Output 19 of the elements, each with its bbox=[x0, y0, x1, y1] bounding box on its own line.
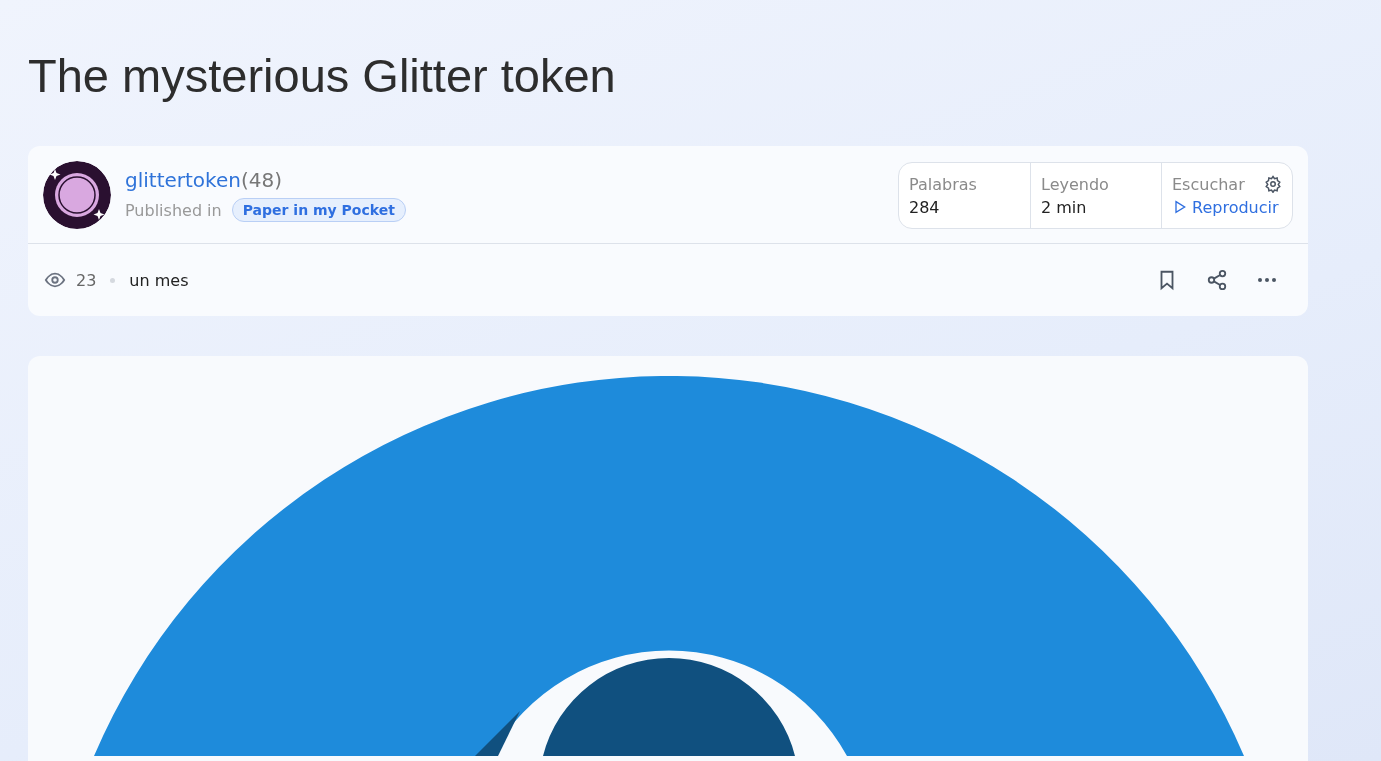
view-count: 23 bbox=[76, 270, 97, 290]
play-icon bbox=[1172, 199, 1188, 215]
share-icon bbox=[1206, 269, 1228, 291]
stat-label: Leyendo bbox=[1041, 174, 1109, 194]
play-button[interactable]: Reproducir bbox=[1172, 197, 1282, 217]
published-label: Published in bbox=[125, 200, 222, 220]
post-age: un mes bbox=[129, 270, 189, 290]
publication-tag[interactable]: Paper in my Pocket bbox=[231, 198, 406, 222]
settings-icon[interactable] bbox=[1264, 175, 1282, 193]
stat-value: 2 min bbox=[1041, 197, 1088, 217]
article-count: (48) bbox=[240, 168, 282, 192]
avatar-icon[interactable] bbox=[43, 161, 111, 229]
stat-label: Palabras bbox=[909, 174, 977, 194]
stat-value: 284 bbox=[909, 197, 941, 217]
stat-label: Escuchar bbox=[1172, 174, 1245, 194]
more-icon bbox=[1258, 278, 1276, 282]
article-title: The mysterious Glitter token bbox=[28, 48, 617, 104]
separator-dot bbox=[110, 277, 116, 283]
author-link[interactable]: glittertoken bbox=[125, 168, 241, 192]
